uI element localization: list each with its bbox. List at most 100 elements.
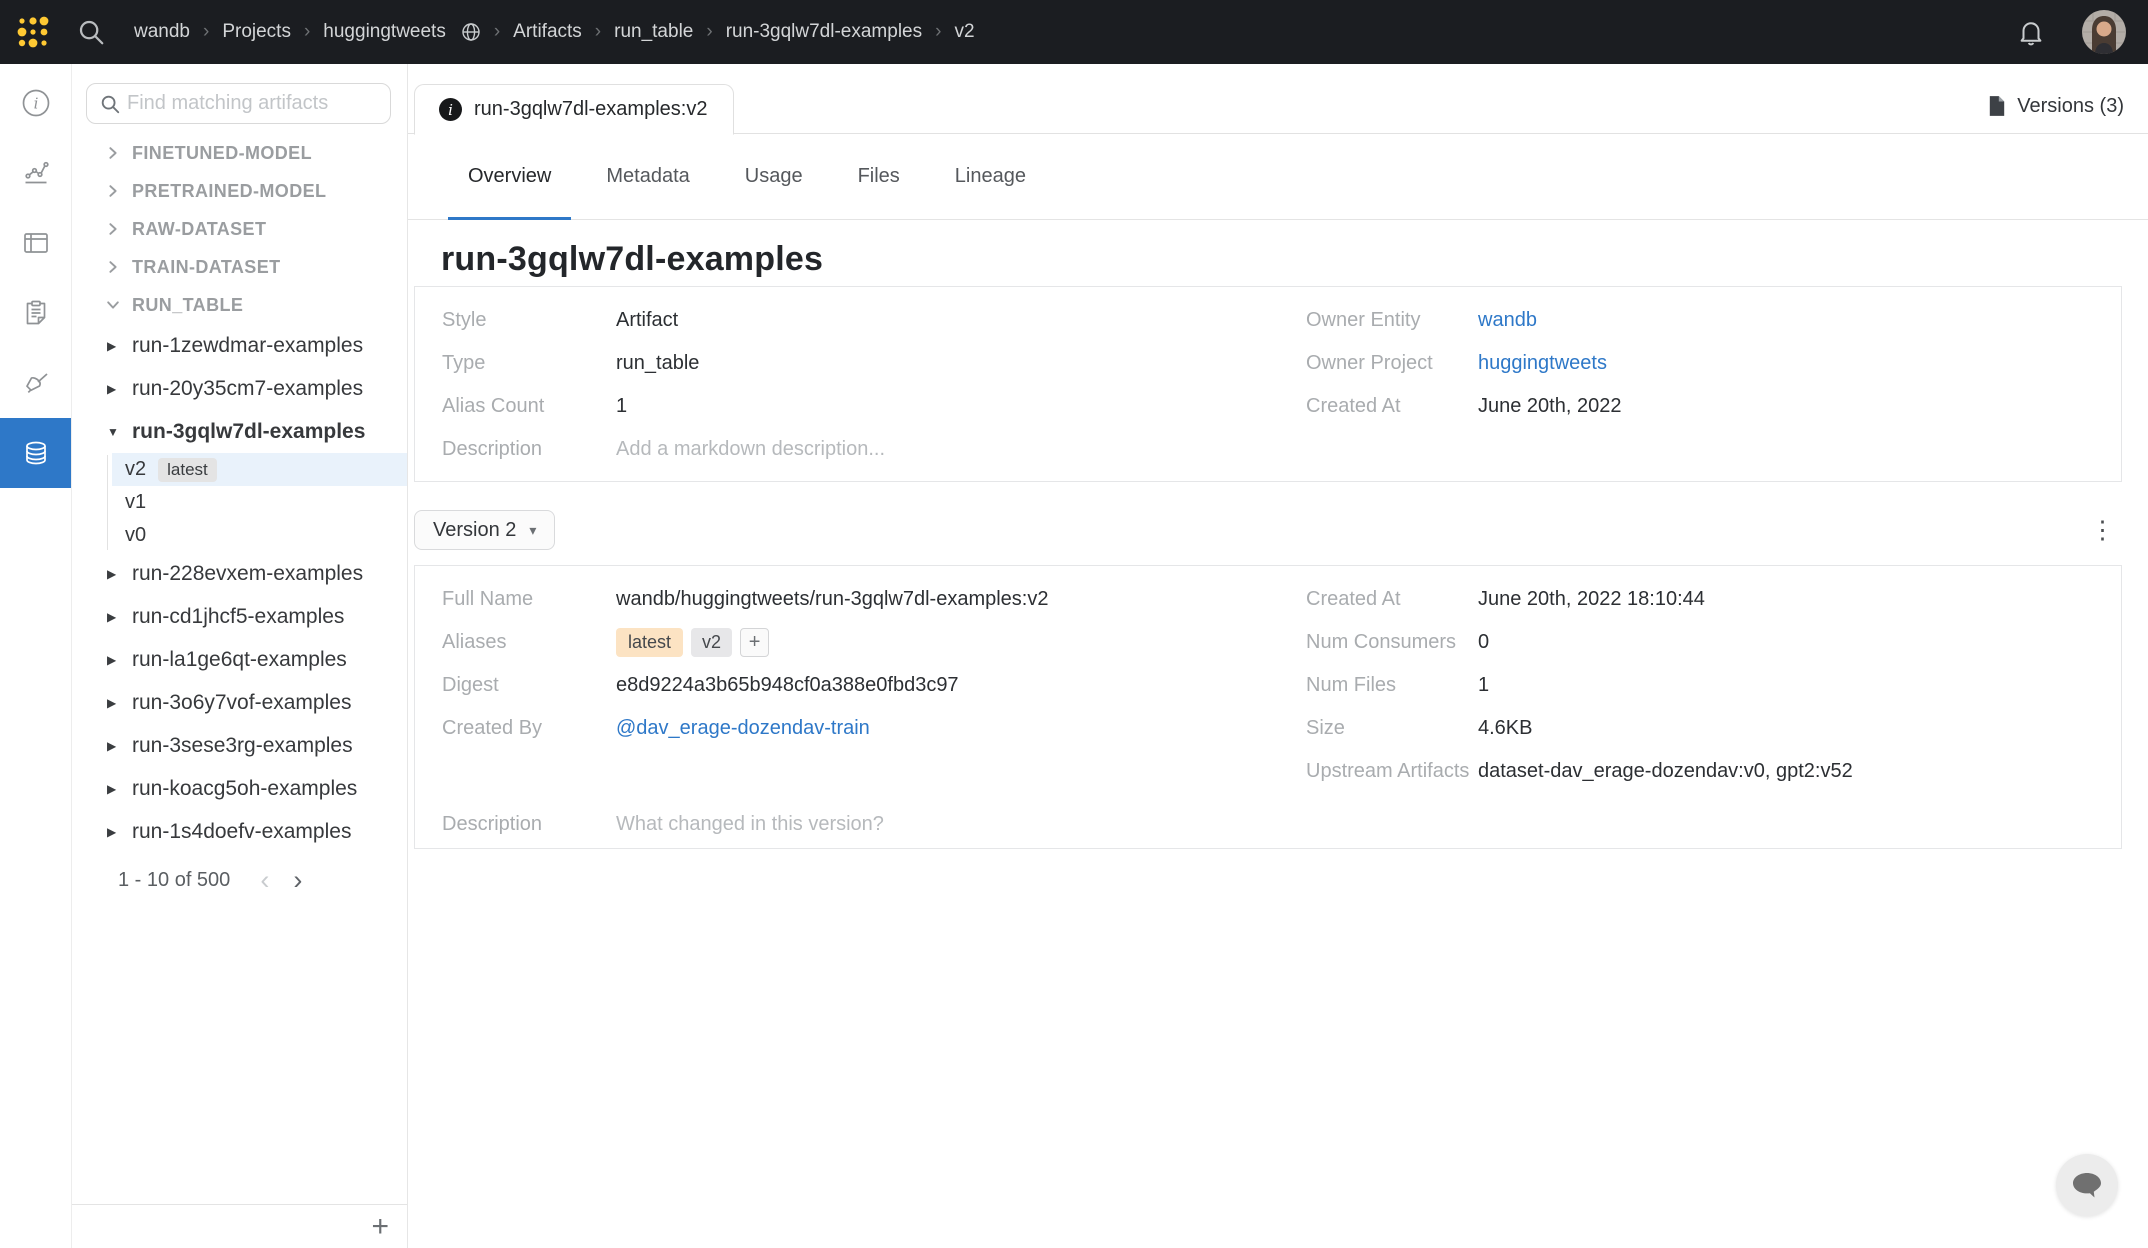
digest-value: e8d9224a3b65b948cf0a388e0fbd3c97 xyxy=(616,674,959,697)
artifact-tab-strip: i run-3gqlw7dl-examples:v2 Versions (3) xyxy=(408,64,2148,134)
created-by-link[interactable]: @dav_erage-dozendav-train xyxy=(616,717,870,740)
breadcrumb-entity[interactable]: wandb xyxy=(134,21,190,43)
search-input[interactable] xyxy=(127,92,378,115)
tab-label: Lineage xyxy=(955,165,1026,188)
breadcrumb-artifacts[interactable]: Artifacts xyxy=(513,21,582,43)
tree-category-train-dataset[interactable]: TRAIN-DATASET xyxy=(72,248,407,286)
run-label: run-koacg5oh-examples xyxy=(132,777,357,801)
clipboard-icon xyxy=(20,297,52,329)
field-num-consumers: Num Consumers 0 xyxy=(1306,621,2121,664)
description-placeholder[interactable]: Add a markdown description... xyxy=(616,438,885,461)
version-select-label: Version 2 xyxy=(433,519,516,542)
artifact-search-box[interactable] xyxy=(86,83,391,124)
version-list: v2 latest v1 v0 xyxy=(72,453,407,552)
field-label: Owner Entity xyxy=(1306,309,1478,332)
project-nav-rail: i xyxy=(0,64,72,1248)
add-artifact-icon[interactable]: + xyxy=(371,1212,389,1242)
run-label: run-228evxem-examples xyxy=(132,562,363,586)
summary-right-column: Owner Entity wandb Owner Project hugging… xyxy=(1306,299,2121,471)
breadcrumb-artifact-name[interactable]: run-3gqlw7dl-examples xyxy=(726,21,922,43)
tab-files[interactable]: Files xyxy=(838,134,920,219)
tab-usage[interactable]: Usage xyxy=(725,134,823,219)
run-label: run-cd1jhcf5-examples xyxy=(132,605,344,629)
chevron-right-icon xyxy=(106,222,120,236)
tree-run-item[interactable]: ▶ run-20y35cm7-examples xyxy=(72,367,407,410)
artifact-version-tab[interactable]: i run-3gqlw7dl-examples:v2 xyxy=(414,84,734,135)
field-alias-count: Alias Count 1 xyxy=(442,385,1306,428)
rail-item-sweeps[interactable] xyxy=(0,348,71,418)
tree-run-item[interactable]: ▶ run-la1ge6qt-examples xyxy=(72,638,407,681)
version-description-placeholder[interactable]: What changed in this version? xyxy=(616,813,884,836)
breadcrumb-projects[interactable]: Projects xyxy=(222,21,291,43)
breadcrumb-version[interactable]: v2 xyxy=(954,21,974,43)
notifications-bell-icon[interactable] xyxy=(2016,17,2046,47)
version-item-v2[interactable]: v2 latest xyxy=(112,453,407,486)
breadcrumb-artifact-type[interactable]: run_table xyxy=(614,21,693,43)
pagination-prev-icon[interactable]: ‹ xyxy=(260,865,269,896)
field-label: Owner Project xyxy=(1306,352,1478,375)
rail-item-artifacts[interactable] xyxy=(0,418,71,488)
tree-run-item[interactable]: ▶ run-3sese3rg-examples xyxy=(72,724,407,767)
field-full-name: Full Name wandb/huggingtweets/run-3gqlw7… xyxy=(442,578,1306,621)
overflow-menu-icon[interactable]: ⋮ xyxy=(2090,518,2114,543)
field-label: Created By xyxy=(442,717,616,740)
rail-item-reports[interactable] xyxy=(0,278,71,348)
latest-badge: latest xyxy=(158,458,217,482)
field-value: June 20th, 2022 18:10:44 xyxy=(1478,588,1705,611)
wandb-logo-icon[interactable] xyxy=(14,13,52,51)
search-icon[interactable] xyxy=(76,17,106,47)
field-value: run_table xyxy=(616,352,699,375)
tree-category-run-table[interactable]: RUN_TABLE xyxy=(72,286,407,324)
tab-metadata[interactable]: Metadata xyxy=(586,134,709,219)
pagination-next-icon[interactable]: › xyxy=(293,865,302,896)
field-label: Num Consumers xyxy=(1306,631,1478,654)
version-select-button[interactable]: Version 2 ▾ xyxy=(414,510,555,550)
breadcrumb-separator: › xyxy=(706,21,712,43)
version-left-column: Full Name wandb/huggingtweets/run-3gqlw7… xyxy=(442,578,1306,793)
tree-run-item[interactable]: ▶ run-cd1jhcf5-examples xyxy=(72,595,407,638)
line-chart-icon xyxy=(20,157,52,189)
version-label: v0 xyxy=(125,524,146,547)
rail-item-workspace[interactable] xyxy=(0,138,71,208)
table-icon xyxy=(20,227,52,259)
field-value: 1 xyxy=(616,395,627,418)
triangle-right-icon: ▶ xyxy=(107,782,123,796)
field-value: 0 xyxy=(1478,631,1489,654)
alias-badge-v2[interactable]: v2 xyxy=(691,628,732,657)
version-label: v1 xyxy=(125,491,146,514)
support-chat-button[interactable] xyxy=(2056,1154,2118,1216)
tree-run-item[interactable]: ▶ run-228evxem-examples xyxy=(72,552,407,595)
rail-item-overview[interactable]: i xyxy=(0,68,71,138)
alias-badge-latest[interactable]: latest xyxy=(616,628,683,657)
breadcrumb-separator: › xyxy=(304,21,310,43)
version-item-v1[interactable]: v1 xyxy=(112,486,407,519)
tree-category-finetuned-model[interactable]: FINETUNED-MODEL xyxy=(72,134,407,172)
tree-category-raw-dataset[interactable]: RAW-DATASET xyxy=(72,210,407,248)
owner-entity-link[interactable]: wandb xyxy=(1478,309,1537,332)
field-version-description: Description What changed in this version… xyxy=(415,803,2121,848)
tab-overview[interactable]: Overview xyxy=(448,134,571,219)
field-value: wandb/huggingtweets/run-3gqlw7dl-example… xyxy=(616,588,1048,611)
add-alias-button[interactable]: + xyxy=(740,628,769,657)
field-value: June 20th, 2022 xyxy=(1478,395,1621,418)
category-label: PRETRAINED-MODEL xyxy=(132,181,326,202)
version-item-v0[interactable]: v0 xyxy=(112,519,407,552)
versions-button[interactable]: Versions (3) xyxy=(1988,86,2124,126)
owner-project-link[interactable]: huggingtweets xyxy=(1478,352,1607,375)
tree-run-item[interactable]: ▶ run-1s4doefv-examples xyxy=(72,810,407,853)
tree-run-item[interactable]: ▶ run-1zewdmar-examples xyxy=(72,324,407,367)
field-num-files: Num Files 1 xyxy=(1306,664,2121,707)
field-created-by: Created By @dav_erage-dozendav-train xyxy=(442,707,1306,750)
tree-run-item[interactable]: ▶ run-koacg5oh-examples xyxy=(72,767,407,810)
rail-item-table[interactable] xyxy=(0,208,71,278)
tree-run-item[interactable]: ▶ run-3o6y7vof-examples xyxy=(72,681,407,724)
run-label: run-3gqlw7dl-examples xyxy=(132,420,365,444)
breadcrumb-project[interactable]: huggingtweets xyxy=(323,21,446,43)
summary-left-column: Style Artifact Type run_table Alias Coun… xyxy=(442,299,1306,471)
field-label: Created At xyxy=(1306,395,1478,418)
user-avatar[interactable] xyxy=(2082,10,2126,54)
field-label: Description xyxy=(442,813,616,836)
tree-category-pretrained-model[interactable]: PRETRAINED-MODEL xyxy=(72,172,407,210)
tab-lineage[interactable]: Lineage xyxy=(935,134,1046,219)
tree-run-item-selected[interactable]: ▼ run-3gqlw7dl-examples xyxy=(72,410,407,453)
